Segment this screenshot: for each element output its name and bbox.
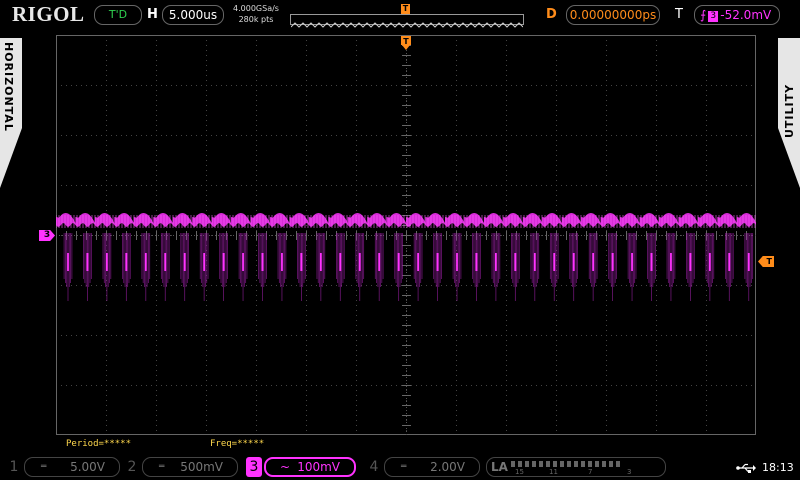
channel-2-number: 2	[127, 459, 137, 475]
memory-depth: 280k pts	[238, 15, 274, 24]
ac-coupling-icon: ~	[280, 460, 291, 474]
dc-coupling-icon: ═	[401, 462, 407, 472]
delay-label: D	[546, 7, 557, 22]
utility-menu-tab[interactable]: UTILITY	[778, 38, 800, 188]
la-group-label: 15	[515, 468, 524, 476]
horizontal-tab-label: HORIZONTAL	[2, 42, 15, 132]
la-group-label: 7	[588, 468, 593, 476]
memory-trigger-marker: T	[401, 4, 410, 14]
la-channel-bits	[511, 461, 621, 467]
svg-text:T: T	[403, 37, 409, 46]
channel-4-box: ═ 2.00V	[384, 457, 480, 477]
channel-status-bar: 1 ═ 5.00V 2 ═ 500mV 3 ~ 100mV 4 ═ 2.00V …	[0, 452, 800, 480]
waveform-display[interactable]	[56, 35, 756, 435]
trigger-level: -52.0mV	[720, 8, 772, 22]
dc-coupling-icon: ═	[41, 462, 47, 472]
la-label: LA	[491, 460, 508, 474]
channel-3-reference-marker[interactable]: 3	[39, 230, 55, 241]
memory-waveform-preview	[290, 22, 524, 28]
channel-1-number: 1	[9, 459, 19, 475]
channel-4-scale: 2.00V	[430, 460, 465, 474]
dc-coupling-icon: ═	[159, 462, 165, 472]
top-status-bar: RIGOL T'D H 5.000us 4.000GSa/s 280k pts …	[0, 0, 800, 30]
system-clock: 18:13	[762, 461, 794, 474]
channel-3-box: ~ 100mV	[264, 457, 356, 477]
la-group-label: 3	[627, 468, 632, 476]
channel-2-box: ═ 500mV	[142, 457, 238, 477]
period-measurement: Period=*****	[66, 439, 132, 449]
memory-overview-strip[interactable]	[290, 14, 524, 28]
edge-trigger-icon: ⨍	[700, 8, 707, 22]
logic-analyzer-status[interactable]: LA 15 11 7 3	[486, 457, 666, 477]
trigger-source: 3	[708, 11, 719, 22]
trigger-level-marker[interactable]: T	[758, 256, 774, 267]
channel-2-scale: 500mV	[180, 460, 223, 474]
trigger-setting[interactable]: ⨍ 3 -52.0mV	[694, 5, 780, 25]
channel-3-number: 3	[246, 457, 262, 477]
la-group-label: 11	[549, 468, 558, 476]
channel-4-number: 4	[369, 459, 379, 475]
delay-setting[interactable]: 0.00000000ps	[566, 5, 660, 25]
horizontal-menu-tab[interactable]: HORIZONTAL	[0, 38, 22, 188]
run-state-indicator[interactable]: T'D	[94, 5, 142, 25]
brand-logo: RIGOL	[12, 2, 85, 26]
frequency-measurement: Freq=*****	[210, 439, 265, 449]
channel-1-box: ═ 5.00V	[24, 457, 120, 477]
channel-1-scale: 5.00V	[70, 460, 105, 474]
channel-3-scale: 100mV	[297, 460, 340, 474]
trigger-label: T	[675, 7, 683, 22]
usb-icon	[736, 463, 756, 473]
channel-3-waveform	[56, 213, 756, 301]
sample-rate: 4.000GSa/s	[233, 4, 279, 13]
utility-tab-label: UTILITY	[783, 83, 796, 138]
trigger-position-icon: T	[401, 36, 411, 50]
horizontal-label: H	[147, 7, 158, 22]
timebase-setting[interactable]: 5.000us	[162, 5, 224, 25]
